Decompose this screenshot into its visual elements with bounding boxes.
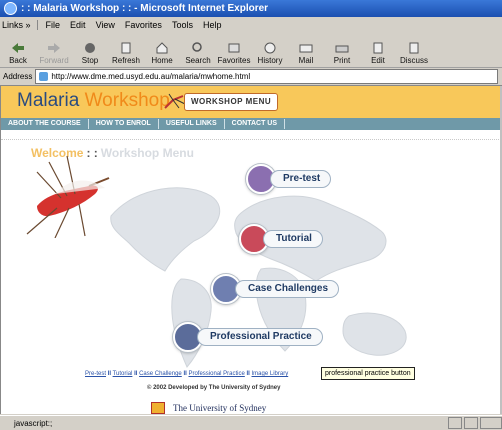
- case-challenges-label: Case Challenges: [235, 280, 340, 298]
- refresh-button[interactable]: Refresh: [108, 42, 144, 67]
- footer-sep-4: II: [246, 371, 250, 377]
- history-icon: [264, 42, 276, 54]
- address-bar: Address http://www.dme.med.usyd.edu.au/m…: [0, 68, 502, 86]
- menu-file[interactable]: File: [46, 20, 61, 30]
- workshop-menu-button[interactable]: WORKSHOP MENU: [184, 93, 279, 111]
- home-button[interactable]: Home: [144, 42, 180, 67]
- refresh-label: Refresh: [111, 56, 140, 65]
- window-title: : : Malaria Workshop : : - Microsoft Int…: [21, 3, 269, 14]
- professional-practice-button[interactable]: Professional Practice: [173, 322, 323, 352]
- pre-test-button[interactable]: Pre-test: [246, 164, 332, 194]
- back-button[interactable]: Back: [0, 42, 36, 67]
- favorites-button[interactable]: Favorites: [216, 42, 252, 67]
- nav-about-course[interactable]: ABOUT THE COURSE: [1, 119, 89, 129]
- forward-arrow-icon: [48, 43, 60, 53]
- stop-icon: [85, 43, 95, 53]
- menu-favorites[interactable]: Favorites: [125, 20, 162, 30]
- ie-icon: [4, 2, 17, 15]
- status-pane: [464, 417, 478, 429]
- page-icon: [39, 72, 49, 81]
- menu-view[interactable]: View: [96, 20, 115, 30]
- search-label: Search: [185, 56, 211, 65]
- print-label: Print: [333, 56, 351, 65]
- discuss-icon: [409, 42, 419, 54]
- menu-edit[interactable]: Edit: [70, 20, 86, 30]
- print-icon: [335, 45, 349, 53]
- nav-contact-us[interactable]: CONTACT US: [225, 119, 286, 129]
- forward-button[interactable]: Forward: [36, 42, 72, 67]
- back-label: Back: [9, 56, 27, 65]
- footer-sep-3: II: [183, 371, 187, 377]
- university-name: The University of Sydney: [173, 403, 267, 413]
- search-icon: [192, 42, 202, 52]
- address-url: http://www.dme.med.usyd.edu.au/malaria/m…: [51, 72, 251, 81]
- menu-help[interactable]: Help: [203, 20, 222, 30]
- links-button[interactable]: Links »: [2, 20, 38, 30]
- status-pane: [480, 417, 502, 429]
- favorites-icon: [228, 43, 240, 53]
- favorites-label: Favorites: [217, 56, 251, 65]
- browser-toolbar: Back Forward Stop Refresh Home Search Fa…: [0, 33, 502, 68]
- footer-link-case-challenge[interactable]: Case Challenge: [139, 371, 182, 377]
- edit-button[interactable]: Edit: [360, 42, 396, 67]
- logo-workshop: Workshop: [84, 90, 170, 111]
- copyright: © 2002 Developed by The University of Sy…: [147, 385, 281, 391]
- history-label: History: [257, 56, 283, 65]
- site-header: Malaria Workshop WORKSHOP MENU: [1, 86, 501, 118]
- menu-bar: Links » File Edit View Favorites Tools H…: [0, 17, 502, 34]
- refresh-icon: [121, 42, 131, 54]
- stop-label: Stop: [81, 56, 99, 65]
- footer-link-professional-practice[interactable]: Professional Practice: [188, 371, 244, 377]
- discuss-button[interactable]: Discuss: [396, 42, 432, 67]
- edit-label: Edit: [371, 56, 385, 65]
- footer-link-tutorial[interactable]: Tutorial: [113, 371, 133, 377]
- mail-label: Mail: [298, 56, 314, 65]
- forward-label: Forward: [39, 56, 69, 65]
- edit-icon: [373, 42, 383, 54]
- status-pane: [448, 417, 462, 429]
- footer-links: Pre-test II Tutorial II Case Challenge I…: [85, 371, 288, 377]
- university-crest-icon: [151, 402, 165, 414]
- address-label: Address: [3, 72, 33, 81]
- footer-sep-2: II: [134, 371, 138, 377]
- mail-icon: [299, 44, 313, 53]
- nav-useful-links[interactable]: USEFUL LINKS: [159, 119, 225, 129]
- logo-malaria: Malaria: [17, 90, 80, 111]
- page-viewport: Malaria Workshop WORKSHOP MENU ABOUT THE…: [0, 86, 501, 414]
- dotted-divider: [1, 139, 501, 142]
- stop-button[interactable]: Stop: [72, 42, 108, 67]
- tutorial-label: Tutorial: [263, 230, 323, 248]
- history-button[interactable]: History: [252, 42, 288, 67]
- site-nav: ABOUT THE COURSE HOW TO ENROL USEFUL LIN…: [1, 118, 501, 130]
- footer-link-pretest[interactable]: Pre-test: [85, 371, 106, 377]
- pre-test-label: Pre-test: [270, 170, 332, 188]
- university-footer: The University of Sydney: [151, 402, 266, 414]
- window-title-bar: : : Malaria Workshop : : - Microsoft Int…: [0, 0, 502, 17]
- status-text: javascript:;: [14, 418, 53, 428]
- case-challenges-button[interactable]: Case Challenges: [211, 274, 340, 304]
- back-arrow-icon: [12, 43, 24, 53]
- status-bar: javascript:;: [0, 415, 502, 430]
- tutorial-button[interactable]: Tutorial: [239, 224, 323, 254]
- footer-link-image-library[interactable]: Image Library: [252, 371, 289, 377]
- address-input[interactable]: http://www.dme.med.usyd.edu.au/malaria/m…: [35, 69, 498, 84]
- professional-practice-label: Professional Practice: [197, 328, 323, 346]
- home-icon: [156, 42, 168, 54]
- footer-sep-1: II: [107, 371, 112, 377]
- mail-button[interactable]: Mail: [288, 42, 324, 67]
- print-button[interactable]: Print: [324, 42, 360, 67]
- menu-tools[interactable]: Tools: [172, 20, 193, 30]
- nav-how-to-enrol[interactable]: HOW TO ENROL: [89, 119, 159, 129]
- search-button[interactable]: Search: [180, 42, 216, 67]
- discuss-label: Discuss: [399, 56, 428, 65]
- site-logo[interactable]: Malaria Workshop: [17, 90, 170, 112]
- home-label: Home: [151, 56, 173, 65]
- tooltip: professional practice button: [321, 367, 415, 380]
- mosquito-illustration: [26, 155, 110, 238]
